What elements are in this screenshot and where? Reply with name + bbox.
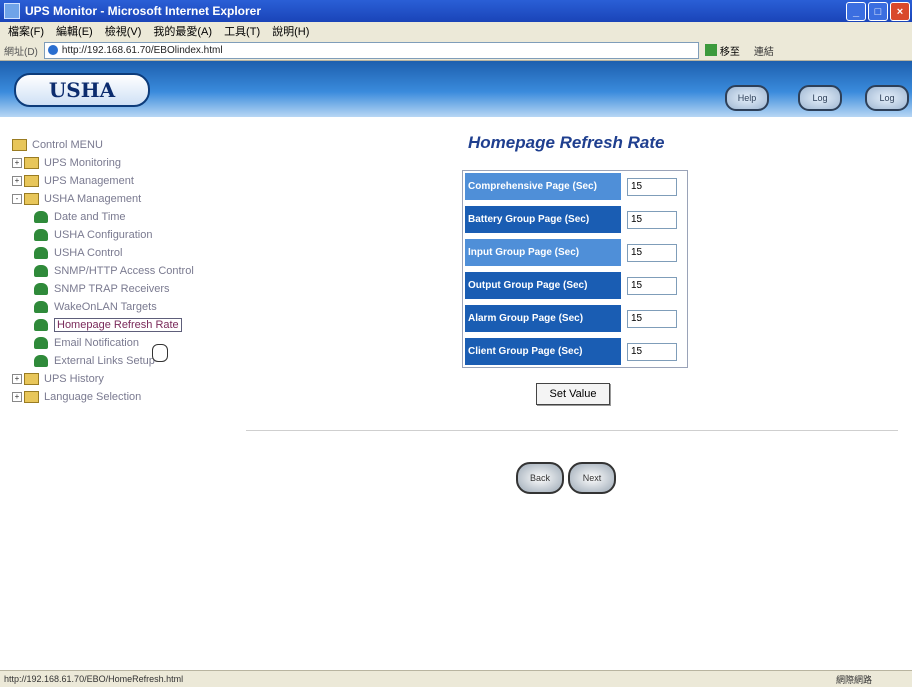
client-group-page-input[interactable]: 15 — [627, 342, 677, 361]
output-group-page-input[interactable]: 15 — [627, 276, 677, 295]
form-row: Battery Group Page (Sec) 15 — [465, 206, 685, 233]
folder-icon — [24, 373, 39, 385]
field-label: Battery Group Page (Sec) — [465, 206, 621, 233]
title-bar: UPS Monitor - Microsoft Internet Explore… — [0, 0, 912, 22]
set-value-button[interactable]: Set Value — [536, 383, 610, 405]
form-row: Comprehensive Page (Sec) 15 — [465, 173, 685, 200]
page-leaf-icon — [34, 229, 48, 241]
form-row: Alarm Group Page (Sec) 15 — [465, 305, 685, 332]
form-row: Output Group Page (Sec) 15 — [465, 272, 685, 299]
form-row: Input Group Page (Sec) 15 — [465, 239, 685, 266]
input-group-page-input[interactable]: 15 — [627, 243, 677, 262]
battery-group-page-input[interactable]: 15 — [627, 210, 677, 229]
tree-item-usha-control[interactable]: USHA Control — [12, 244, 194, 262]
back-button[interactable]: Back — [516, 462, 564, 494]
tree-root[interactable]: Control MENU — [12, 136, 194, 154]
maximize-button[interactable]: □ — [868, 2, 888, 21]
menu-tools[interactable]: 工具(T) — [224, 23, 260, 39]
field-label: Input Group Page (Sec) — [465, 239, 621, 266]
page-leaf-icon — [34, 355, 48, 367]
expand-icon[interactable]: + — [12, 374, 22, 384]
go-button[interactable]: 移至 — [704, 43, 740, 58]
hand-cursor-icon — [152, 344, 168, 362]
log-button[interactable]: Log — [798, 85, 842, 111]
usha-logo: USHA — [14, 73, 150, 107]
tree-item-ups-management[interactable]: + UPS Management — [12, 172, 194, 190]
tree-item-date-time[interactable]: Date and Time — [12, 208, 194, 226]
folder-icon — [12, 139, 27, 151]
page-leaf-icon — [34, 301, 48, 313]
field-label: Client Group Page (Sec) — [465, 338, 621, 365]
tree-item-ups-monitoring[interactable]: + UPS Monitoring — [12, 154, 194, 172]
alarm-group-page-input[interactable]: 15 — [627, 309, 677, 328]
divider — [246, 430, 898, 431]
tree-item-snmp-http-access[interactable]: SNMP/HTTP Access Control — [12, 262, 194, 280]
menu-bar: 檔案(F) 編輯(E) 檢視(V) 我的最愛(A) 工具(T) 說明(H) — [0, 22, 912, 40]
comprehensive-page-input[interactable]: 15 — [627, 177, 677, 196]
refresh-rate-form: Comprehensive Page (Sec) 15 Battery Grou… — [462, 170, 688, 368]
next-button[interactable]: Next — [568, 462, 616, 494]
header-banner: USHA Help Log Log — [0, 61, 912, 117]
address-input[interactable]: http://192.168.61.70/EBOlindex.html — [43, 41, 699, 59]
address-bar: 網址(D) http://192.168.61.70/EBOlindex.htm… — [0, 40, 912, 61]
field-label: Output Group Page (Sec) — [465, 272, 621, 299]
page-leaf-icon — [34, 265, 48, 277]
menu-favorites[interactable]: 我的最愛(A) — [153, 23, 212, 39]
page-leaf-icon — [34, 283, 48, 295]
control-menu-tree: Control MENU + UPS Monitoring + UPS Mana… — [12, 136, 194, 406]
minimize-button[interactable]: _ — [846, 2, 866, 21]
folder-icon — [24, 193, 39, 205]
close-button[interactable]: × — [890, 2, 910, 21]
help-button[interactable]: Help — [725, 85, 769, 111]
folder-icon — [24, 175, 39, 187]
field-label: Comprehensive Page (Sec) — [465, 173, 621, 200]
menu-edit[interactable]: 編輯(E) — [56, 23, 93, 39]
tree-item-ups-history[interactable]: + UPS History — [12, 370, 194, 388]
go-arrow-icon — [704, 44, 717, 56]
tree-item-usha-management[interactable]: - USHA Management — [12, 190, 194, 208]
expand-icon[interactable]: + — [12, 176, 22, 186]
menu-help[interactable]: 說明(H) — [272, 23, 309, 39]
go-label: 移至 — [719, 46, 740, 58]
menu-view[interactable]: 檢視(V) — [105, 23, 142, 39]
tree-item-usha-configuration[interactable]: USHA Configuration — [12, 226, 194, 244]
log-button-2[interactable]: Log — [865, 85, 909, 111]
expand-icon[interactable]: + — [12, 392, 22, 402]
tree-item-snmp-trap[interactable]: SNMP TRAP Receivers — [12, 280, 194, 298]
menu-file[interactable]: 檔案(F) — [8, 23, 44, 39]
tree-item-homepage-refresh[interactable]: Homepage Refresh Rate — [12, 316, 194, 334]
ie-app-icon — [4, 3, 20, 19]
page-title: Homepage Refresh Rate — [468, 133, 665, 152]
field-label: Alarm Group Page (Sec) — [465, 305, 621, 332]
address-url: http://192.168.61.70/EBOlindex.html — [61, 44, 223, 56]
expand-icon[interactable]: + — [12, 158, 22, 168]
form-row: Client Group Page (Sec) 15 — [465, 338, 685, 365]
folder-icon — [24, 157, 39, 169]
tree-item-wakeonlan[interactable]: WakeOnLAN Targets — [12, 298, 194, 316]
page-leaf-icon — [34, 247, 48, 259]
tree-item-language-selection[interactable]: + Language Selection — [12, 388, 194, 406]
page-leaf-icon — [34, 211, 48, 223]
page-leaf-icon — [34, 337, 48, 349]
status-bar: http://192.168.61.70/EBO/HomeRefresh.htm… — [0, 670, 912, 687]
page-leaf-icon — [34, 319, 48, 331]
window-title: UPS Monitor - Microsoft Internet Explore… — [25, 4, 262, 18]
status-zone: 網際網路 — [835, 674, 872, 685]
collapse-icon[interactable]: - — [12, 194, 22, 204]
links-label[interactable]: 連結 — [754, 43, 774, 58]
address-label: 網址(D) — [4, 46, 38, 58]
folder-icon — [24, 391, 39, 403]
page-icon — [47, 45, 58, 55]
status-url: http://192.168.61.70/EBO/HomeRefresh.htm… — [4, 674, 184, 684]
